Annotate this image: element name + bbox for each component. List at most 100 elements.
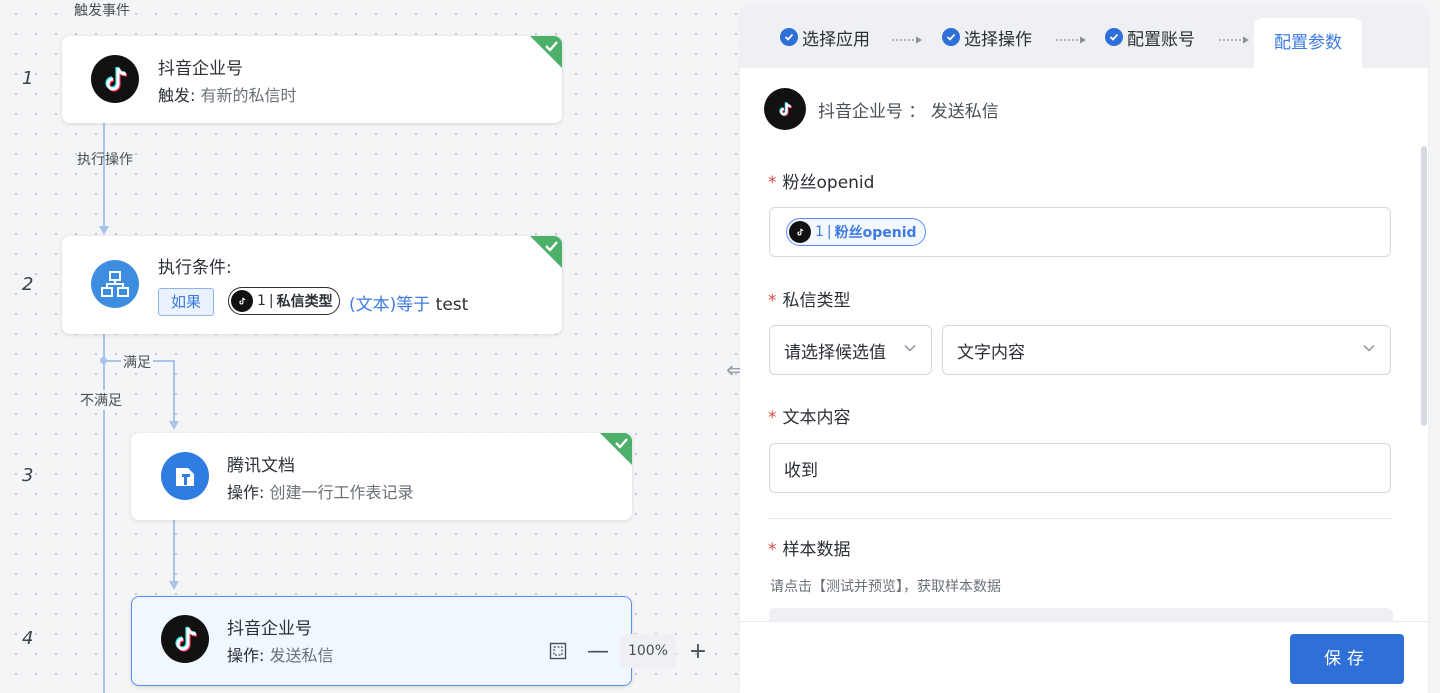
openid-label-text: 粉丝openid [782,173,875,193]
step-select-action[interactable]: 选择操作 [942,6,1032,68]
condition-value: test [435,295,469,315]
check-circle-icon [1105,28,1123,46]
node-sub-value: 有新的私信时 [200,86,297,105]
step-label: 配置账号 [1127,29,1195,50]
dotted-arrow-icon [1056,36,1086,44]
step-number-3: 3 [22,465,34,486]
condition-operator: (文本)等于 [349,295,431,315]
token-step-num: 1 [815,224,824,240]
variable-chip[interactable]: 1 | 私信类型 [228,287,340,315]
chevron-down-icon [1363,345,1375,352]
check-circle-icon [780,28,798,46]
panel-scrollbar[interactable] [1421,146,1427,426]
workflow-node-trigger[interactable]: 抖音企业号 触发: 有新的私信时 [62,36,562,123]
node-subtitle: 操作: 创建一行工作表记录 [227,479,414,503]
douyin-icon [231,290,253,312]
fit-screen-button[interactable] [542,635,574,667]
connector-line [103,123,105,227]
edge-label-satisfied: 满足 [121,352,153,372]
text-content-label: * 文本内容 [768,403,851,428]
node-sub-key: 操作: [227,483,265,502]
msgtype-value-select[interactable]: 文字内容 [942,325,1391,375]
select-value: 文字内容 [957,342,1025,363]
step-config-account[interactable]: 配置账号 [1105,6,1195,68]
connector-arrow [169,421,179,430]
step-label: 选择操作 [964,29,1032,50]
resize-handle-icon[interactable]: ⟺ [726,356,740,384]
node-sub-key: 触发: [158,86,196,105]
douyin-icon [789,221,811,243]
connector-line-satisfied [173,360,175,422]
step-select-app[interactable]: 选择应用 [780,6,870,68]
token-label: 粉丝openid [834,225,917,241]
sample-data-hint: 请点击【测试并预览】，获取样本数据 [770,579,1001,595]
required-mark: * [768,291,777,311]
douyin-icon [161,615,209,663]
msgtype-candidate-select[interactable]: 请选择候选值 [769,325,932,375]
openid-label: * 粉丝openid [768,168,874,193]
workflow-node-condition[interactable]: 执行条件: 如果 1 | 私信类型 (文本)等于 test [62,236,562,334]
input-value: 收到 [784,460,818,481]
success-check-icon [600,433,632,465]
app-header: 抖音企业号 ： 发送私信 [764,88,999,130]
required-mark: * [768,173,777,193]
zoom-out-button[interactable]: — [582,635,614,667]
node-title: 腾讯文档 [227,456,295,476]
success-check-icon [530,36,562,68]
node-subtitle: 操作: 发送私信 [227,642,334,666]
chevron-down-icon [904,345,916,352]
success-check-icon [530,236,562,268]
step-number-4: 4 [22,628,34,649]
panel-footer: 保存 [740,621,1428,693]
node-sub-value: 创建一行工作表记录 [269,483,414,502]
msgtype-label: * 私信类型 [768,286,851,311]
tencent-docs-icon [161,452,209,500]
node-title: 抖音企业号 [158,59,243,79]
msgtype-label-text: 私信类型 [782,291,851,311]
openid-variable-token[interactable]: 1 | 粉丝openid [786,218,926,246]
required-mark: * [768,408,777,428]
sample-data-label-text: 样本数据 [782,540,851,560]
douyin-icon [91,55,139,103]
zoom-in-button[interactable]: + [682,635,714,667]
node-title: 执行条件: [158,258,232,278]
save-button[interactable]: 保存 [1290,634,1404,684]
config-panel: 选择应用 选择操作 配置账号 配置参数 抖音企业号 ： 发送私信 * 粉丝ope… [740,6,1428,693]
openid-input[interactable]: 1 | 粉丝openid [769,207,1391,257]
node-sub-key: 操作: [227,646,265,665]
connector-line [173,520,175,582]
step-label: 选择应用 [802,29,870,50]
dotted-arrow-icon [1219,36,1249,44]
trigger-section-label: 触发事件 [74,3,130,19]
select-value: 请选择候选值 [784,342,886,363]
workflow-canvas[interactable]: 触发事件 1 2 3 4 执行操作 满足 不满足 抖音企业号 触发: 有新的私信… [0,0,740,693]
connector-arrow [169,581,179,590]
node-sub-value: 发送私信 [269,646,334,665]
node-title: 抖音企业号 [227,619,312,639]
zoom-level: 100% [620,634,676,668]
chip-step-num: 1 [257,293,266,309]
chip-label: 私信类型 [276,294,333,310]
step-config-params[interactable]: 配置参数 [1254,18,1362,68]
douyin-icon [764,88,806,130]
connector-arrow [99,226,109,235]
connector-line-unsatisfied [103,334,105,693]
condition-text: (文本)等于 test [349,290,468,315]
step-number-1: 1 [22,68,34,89]
edge-label-exec: 执行操作 [77,152,133,168]
step-number-2: 2 [22,274,34,295]
dotted-arrow-icon [892,36,922,44]
text-content-input[interactable]: 收到 [769,443,1391,493]
zoom-controls: — 100% + [542,634,714,668]
workflow-node-tencent-docs[interactable]: 腾讯文档 操作: 创建一行工作表记录 [131,433,632,520]
sample-data-label: * 样本数据 [768,535,851,560]
edge-label-unsatisfied: 不满足 [80,390,122,410]
node-subtitle: 触发: 有新的私信时 [158,82,297,106]
if-tag: 如果 [158,288,214,316]
required-mark: * [768,540,777,560]
flowchart-icon [91,260,139,308]
text-content-label-text: 文本内容 [782,408,851,428]
fullscreen-icon [549,642,567,660]
divider [768,518,1392,519]
app-header-title: 抖音企业号 ： 发送私信 [818,101,999,122]
